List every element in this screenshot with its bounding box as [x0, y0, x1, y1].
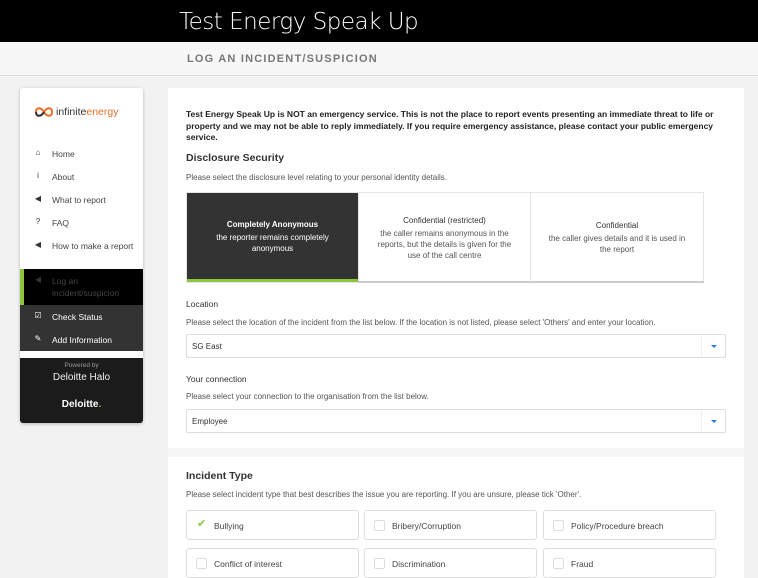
main-form: Test Energy Speak Up is NOT an emergency…: [168, 88, 744, 578]
incident-option-discrimination[interactable]: Discrimination: [364, 548, 537, 578]
checkmark-icon: ✔: [197, 518, 207, 530]
question-icon: ?: [35, 217, 41, 226]
option-desc: the caller remains anonymous in the repo…: [377, 228, 512, 260]
page-title: LOG AN INCIDENT/SUSPICION: [187, 53, 378, 65]
sidebar-item-label: Check Status: [52, 312, 103, 322]
disclosure-help: Please select the disclosure level relat…: [186, 173, 448, 182]
checkbox[interactable]: [553, 558, 564, 569]
emergency-notice: Test Energy Speak Up is NOT an emergency…: [186, 109, 714, 142]
option-desc: the caller gives details and it is used …: [548, 234, 686, 254]
incident-option-conflict[interactable]: Conflict of interest: [186, 548, 359, 578]
product-name: Deloitte Halo: [52, 372, 111, 383]
disclosure-options: Completely Anonymous the reporter remain…: [186, 192, 704, 283]
disclosure-heading: Disclosure Security: [186, 152, 285, 164]
info-icon: i: [37, 171, 39, 180]
section-divider: [168, 448, 744, 457]
deloitte-logo: Deloitte.: [61, 399, 102, 410]
checkbox[interactable]: [553, 520, 564, 531]
option-title: Confidential (restricted): [403, 215, 486, 225]
disclosure-option-confidential[interactable]: Confidential the caller gives details an…: [531, 193, 703, 282]
disclosure-underline: [358, 281, 704, 283]
incident-option-fraud[interactable]: Fraud: [543, 548, 716, 578]
option-title: Confidential: [595, 221, 639, 230]
megaphone-icon: ◀: [34, 240, 42, 249]
option-label: Bribery/Corruption: [392, 521, 461, 531]
disclosure-option-anonymous[interactable]: Completely Anonymous the reporter remain…: [187, 193, 359, 282]
incident-type-heading: Incident Type: [186, 470, 253, 482]
incident-option-bribery[interactable]: Bribery/Corruption: [364, 510, 537, 540]
sidebar-item-label: How to make a report: [52, 241, 134, 251]
option-label: Bullying: [214, 521, 244, 531]
sidebar-item-label: Add Information: [52, 335, 113, 345]
logo-text: infiniteenergy: [56, 106, 119, 118]
connection-label: Your connection: [186, 374, 247, 384]
disclosure-option-confidential-restricted[interactable]: Confidential (restricted) the caller rem…: [359, 193, 531, 282]
megaphone-icon: ◀: [34, 194, 42, 203]
app-title: Test Energy Speak Up: [179, 9, 419, 35]
option-label: Policy/Procedure breach: [571, 521, 664, 531]
megaphone-icon: ◀: [34, 275, 42, 284]
option-desc: the reporter remains completely anonymou…: [216, 232, 329, 253]
checkbox[interactable]: [374, 520, 385, 531]
location-help: Please select the location of the incide…: [186, 318, 656, 327]
chevron-down-icon[interactable]: [701, 410, 725, 432]
sidebar-item-label: FAQ: [52, 218, 70, 228]
top-header: Test Energy Speak Up: [0, 0, 758, 42]
incident-option-policy-breach[interactable]: Policy/Procedure breach: [543, 510, 716, 540]
incident-option-bullying[interactable]: ✔ Bullying: [186, 510, 359, 540]
infinity-logo-icon: [34, 107, 54, 117]
sidebar-item-label: What to report: [52, 195, 106, 205]
location-label: Location: [186, 299, 219, 309]
location-select[interactable]: SG East: [186, 334, 726, 358]
home-icon: ⌂: [35, 148, 41, 157]
sidebar-item-label: About: [52, 172, 75, 182]
chevron-down-icon[interactable]: [701, 335, 725, 357]
sidebar-item-label: Home: [52, 149, 75, 159]
option-label: Discrimination: [392, 559, 446, 569]
connection-value: Employee: [192, 417, 228, 426]
incident-type-help: Please select incident type that best de…: [186, 490, 582, 499]
option-label: Fraud: [571, 559, 594, 569]
connection-select[interactable]: Employee: [186, 409, 726, 433]
infinite-energy-logo[interactable]: infiniteenergy: [34, 103, 134, 121]
sidebar: infiniteenergy ⌂ Home i About ◀ What to …: [20, 88, 143, 423]
sidebar-item-label: Log an incident/suspicion: [52, 276, 120, 298]
option-title: Completely Anonymous: [226, 219, 319, 229]
location-value: SG East: [192, 342, 222, 351]
checkbox[interactable]: [196, 558, 207, 569]
edit-icon: ✎: [34, 334, 42, 343]
connection-help: Please select your connection to the org…: [186, 392, 429, 401]
checkbox-icon: ☑: [34, 311, 42, 320]
checkbox[interactable]: [374, 558, 385, 569]
option-label: Conflict of interest: [214, 559, 283, 569]
powered-by-label: Powered by: [64, 362, 99, 369]
page-subheader: LOG AN INCIDENT/SUSPICION: [0, 42, 758, 76]
